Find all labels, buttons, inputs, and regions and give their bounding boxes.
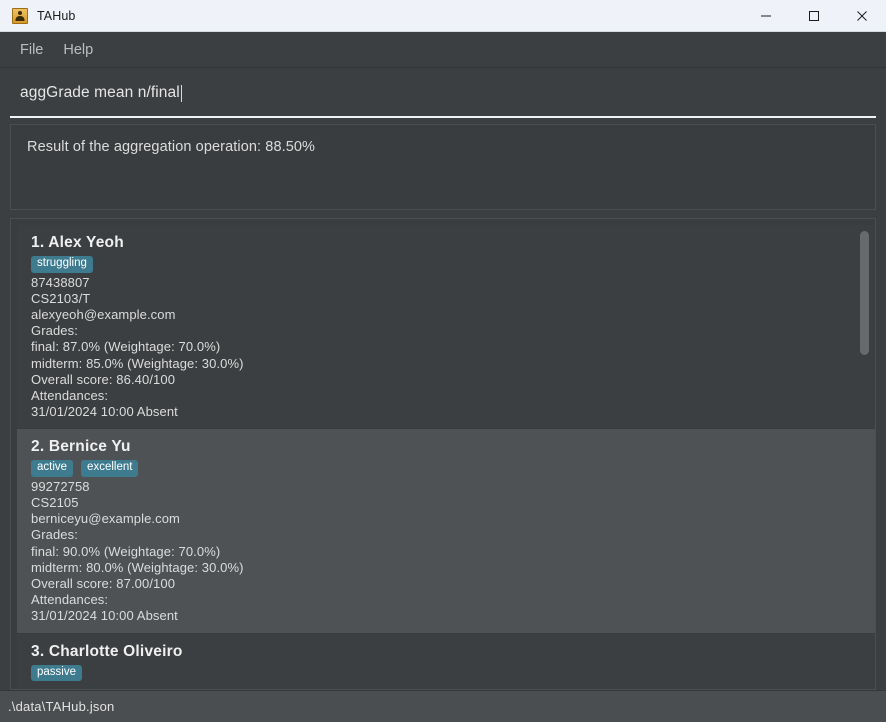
person-card[interactable]: 2. Bernice Yu active excellent 99272758 CS21…: [17, 429, 875, 633]
person-attendance-line: 31/01/2024 10:00 Absent: [31, 404, 178, 420]
person-module: CS2105: [31, 495, 79, 511]
list-scrollbar-thumb[interactable]: [860, 231, 869, 355]
person-card[interactable]: 3. Charlotte Oliveiro passive: [17, 633, 875, 689]
person-grade-line: midterm: 80.0% (Weightage: 30.0%): [31, 559, 244, 575]
status-bar: .\data\TAHub.json: [0, 690, 886, 722]
person-card-title: 1. Alex Yeoh: [31, 234, 124, 251]
person-tag-list: active excellent: [31, 460, 875, 477]
status-bar-path: .\data\TAHub.json: [8, 699, 115, 714]
application-window: TAHub File Help aggGrade mean n/final Re…: [0, 0, 886, 722]
menu-bar: File Help: [0, 32, 886, 68]
list-scrollbar-track[interactable]: [860, 225, 869, 683]
person-grade-line: final: 87.0% (Weightage: 70.0%): [31, 339, 221, 355]
menu-item-help[interactable]: Help: [53, 38, 103, 62]
person-tag-list: passive: [31, 664, 875, 682]
person-list-viewport[interactable]: 1. Alex Yeoh struggling 87438807 CS2103/T al…: [11, 219, 875, 689]
text-caret: [180, 84, 183, 102]
person-tag: active: [31, 460, 74, 477]
window-controls: [742, 0, 886, 32]
person-card[interactable]: 1. Alex Yeoh struggling 87438807 CS2103/T al…: [17, 225, 875, 429]
person-overall-score: Overall score: 87.00/100: [31, 576, 176, 592]
person-grades-label: Grades:: [31, 527, 78, 543]
close-icon[interactable]: [838, 0, 886, 32]
person-grades-label: Grades:: [31, 323, 78, 339]
person-card-title: 3. Charlotte Oliveiro: [31, 642, 183, 660]
person-attendances-label: Attendances:: [31, 592, 109, 608]
person-grade-line: midterm: 85.0% (Weightage: 30.0%): [31, 355, 244, 371]
person-email: berniceyu@example.com: [31, 511, 180, 527]
command-input-value: aggGrade mean n/final: [20, 84, 180, 101]
minimize-icon[interactable]: [742, 0, 790, 32]
person-grade-line: final: 90.0% (Weightage: 70.0%): [31, 543, 221, 559]
maximize-icon[interactable]: [790, 0, 838, 32]
person-tag: excellent: [81, 460, 139, 477]
person-email: alexyeoh@example.com: [31, 306, 176, 322]
title-bar: TAHub: [0, 0, 886, 32]
window-title: TAHub: [37, 8, 76, 23]
result-text: Result of the aggregation operation: 88.…: [27, 139, 316, 155]
person-overall-score: Overall score: 86.40/100: [31, 371, 176, 387]
menu-item-file[interactable]: File: [10, 38, 53, 62]
person-tag-list: struggling: [31, 256, 875, 273]
title-bar-left: TAHub: [0, 7, 76, 24]
person-tag: passive: [31, 664, 82, 682]
person-phone: 99272758: [31, 478, 90, 494]
person-attendances-label: Attendances:: [31, 387, 109, 403]
result-area: Result of the aggregation operation: 88.…: [0, 118, 886, 214]
person-module: CS2103/T: [31, 290, 91, 306]
person-list-panel: 1. Alex Yeoh struggling 87438807 CS2103/T al…: [10, 218, 876, 690]
person-card-title: 2. Bernice Yu: [31, 438, 131, 456]
person-phone: 87438807: [31, 274, 90, 290]
person-attendance-line: 31/01/2024 10:00 Absent: [31, 608, 178, 624]
app-person-icon: [12, 7, 28, 24]
command-input-area: aggGrade mean n/final: [0, 68, 886, 118]
result-box: Result of the aggregation operation: 88.…: [10, 124, 876, 210]
command-input[interactable]: aggGrade mean n/final: [10, 74, 876, 118]
person-tag: struggling: [31, 256, 93, 273]
